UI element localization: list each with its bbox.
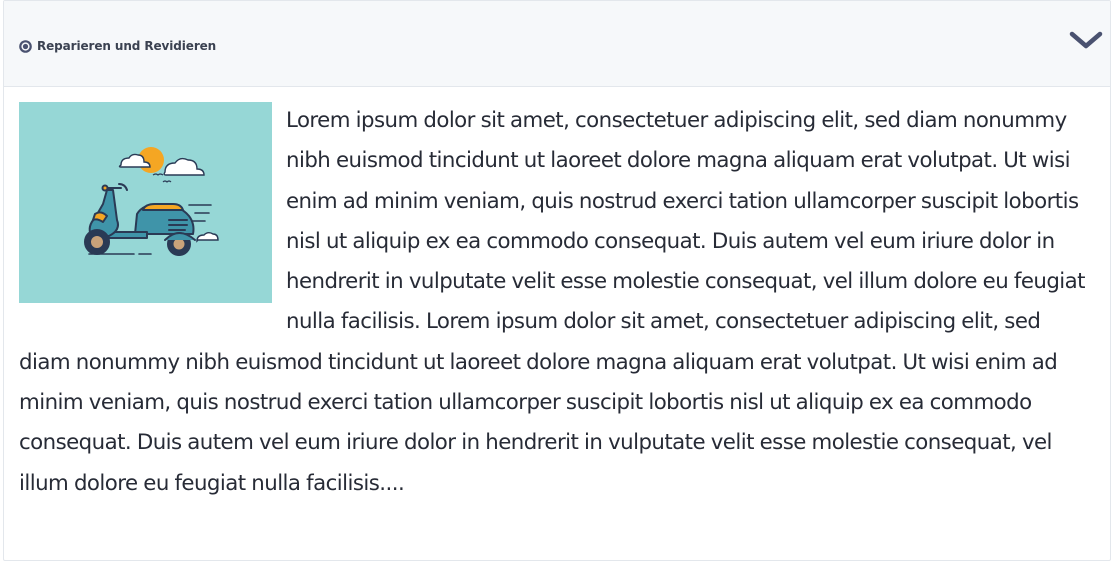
target-icon (19, 39, 32, 53)
accordion-toggle-button[interactable] (1069, 29, 1103, 55)
scooter-illustration (19, 102, 272, 303)
accordion-header[interactable]: Reparieren und Revidieren (4, 1, 1110, 87)
accordion-title: Reparieren und Revidieren (19, 39, 216, 53)
accordion-title-label: Reparieren und Revidieren (37, 39, 217, 53)
accordion-content: Lorem ipsum dolor sit amet, consectetuer… (4, 87, 1110, 504)
accordion-panel: Reparieren und Revidieren Lorem ipsum do… (3, 0, 1111, 561)
chevron-down-icon (1069, 29, 1103, 55)
